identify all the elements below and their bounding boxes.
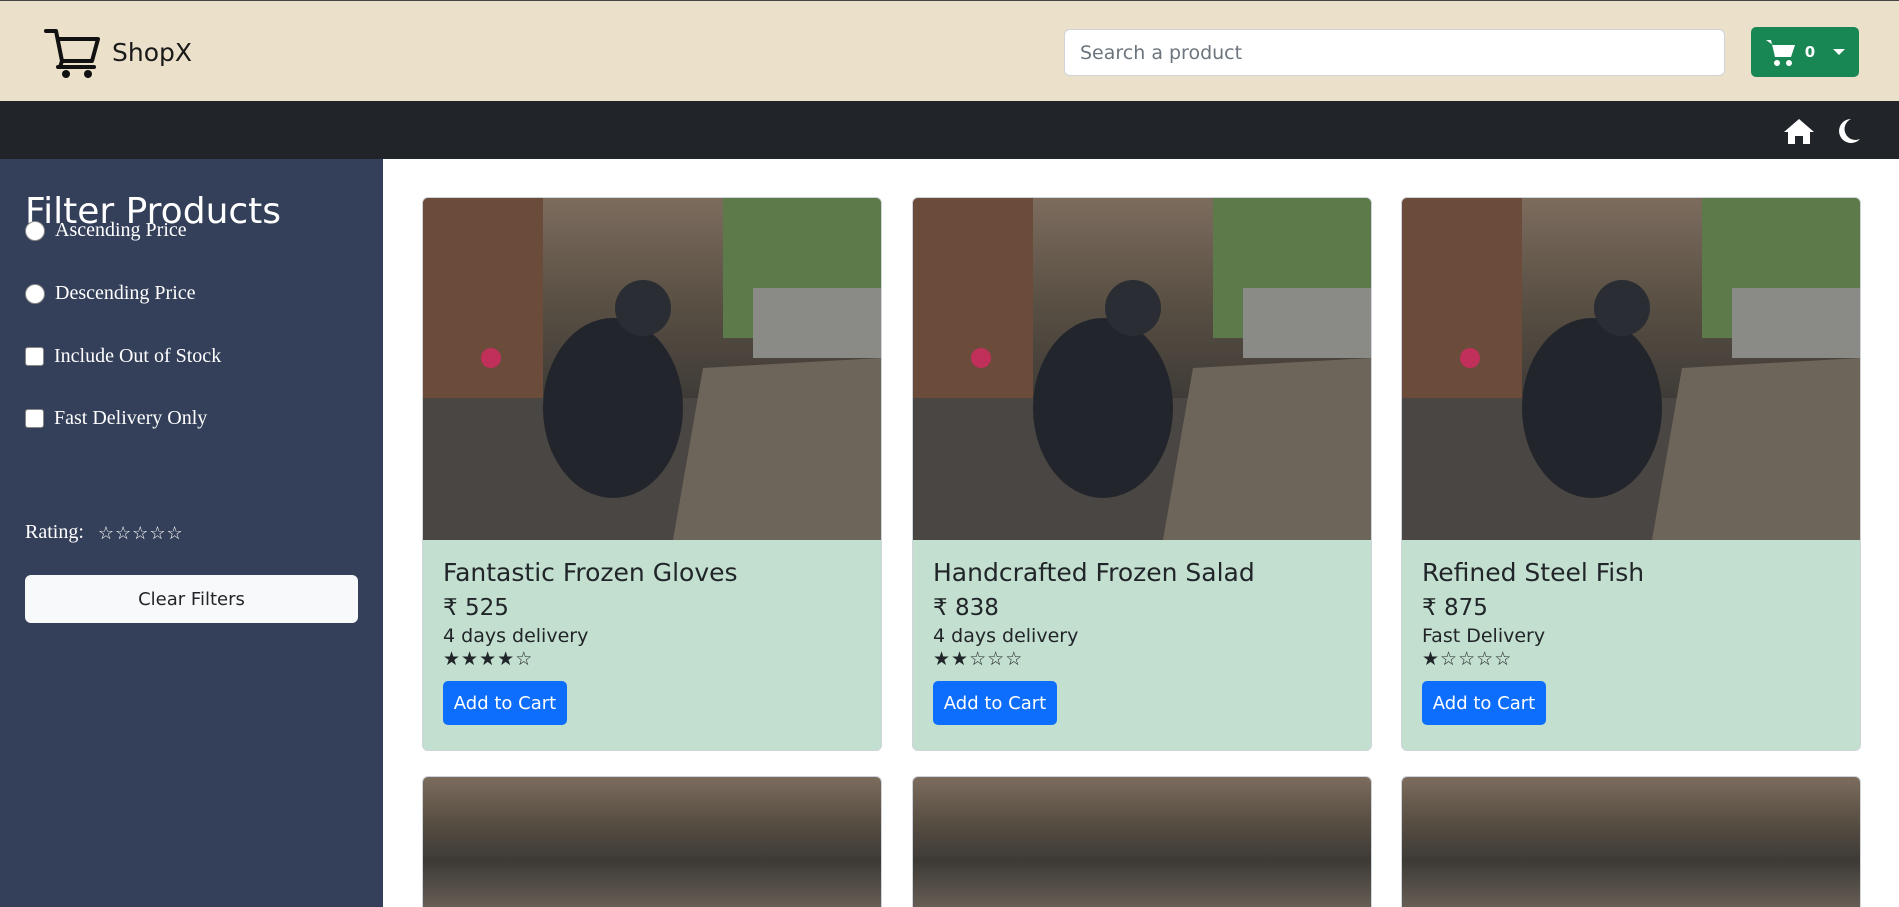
star-icon: ☆	[1494, 649, 1512, 670]
add-to-cart-button[interactable]: Add to Cart	[1422, 681, 1546, 725]
filter-label: Ascending Price	[55, 219, 187, 241]
star-icon: ★	[933, 649, 951, 670]
product-image	[423, 198, 881, 540]
product-name: Refined Steel Fish	[1422, 558, 1645, 587]
brand[interactable]: ShopX	[44, 25, 192, 79]
product-price: ₹ 525	[443, 595, 509, 621]
home-icon[interactable]	[1783, 117, 1815, 145]
clear-filters-button[interactable]: Clear Filters	[25, 575, 358, 623]
star-icon: ★	[497, 649, 515, 670]
product-delivery: 4 days delivery	[443, 625, 589, 647]
product-card	[912, 776, 1372, 907]
product-card: Fantastic Frozen Gloves ₹ 525 4 days deliv…	[422, 197, 882, 751]
filter-label: Fast Delivery Only	[54, 407, 208, 429]
filter-include-out-of-stock[interactable]: Include Out of Stock	[25, 345, 221, 368]
fast-delivery-checkbox[interactable]	[25, 409, 44, 428]
cart-dropdown-button[interactable]: 0	[1751, 27, 1859, 77]
product-card	[422, 776, 882, 907]
star-icon[interactable]: ☆	[166, 524, 182, 542]
add-to-cart-button[interactable]: Add to Cart	[933, 681, 1057, 725]
star-icon: ☆	[987, 649, 1005, 670]
brand-name: ShopX	[112, 37, 193, 67]
product-image	[1402, 777, 1860, 907]
product-card: Refined Steel Fish ₹ 875 Fast Delivery ★ ☆ ☆ ☆…	[1401, 197, 1861, 751]
star-icon: ★	[443, 649, 461, 670]
product-price: ₹ 838	[933, 595, 999, 621]
card-body: Refined Steel Fish ₹ 875 Fast Delivery ★ ☆ ☆ ☆…	[1402, 540, 1860, 750]
star-icon: ☆	[1440, 649, 1458, 670]
filter-descending-price[interactable]: Descending Price	[25, 282, 196, 305]
filter-fast-delivery[interactable]: Fast Delivery Only	[25, 407, 207, 430]
star-icon: ★	[461, 649, 479, 670]
search-input[interactable]	[1064, 29, 1725, 76]
product-rating: ★ ★ ★ ★ ☆	[443, 650, 861, 669]
product-rating: ★ ☆ ☆ ☆ ☆	[1422, 650, 1840, 669]
add-to-cart-button[interactable]: Add to Cart	[443, 681, 567, 725]
ascending-price-radio[interactable]	[25, 220, 45, 241]
filter-sidebar: Filter Products Ascending Price Descendi…	[0, 159, 383, 907]
product-delivery: Fast Delivery	[1422, 625, 1546, 647]
star-icon[interactable]: ☆	[149, 524, 165, 542]
product-price: ₹ 875	[1422, 595, 1488, 621]
product-name: Fantastic Frozen Gloves	[443, 558, 738, 587]
card-body: Fantastic Frozen Gloves ₹ 525 4 days deliv…	[423, 540, 881, 750]
moon-icon[interactable]	[1835, 117, 1861, 145]
card-body: Handcrafted Frozen Salad ₹ 838 4 days deli…	[913, 540, 1371, 750]
include-out-of-stock-checkbox[interactable]	[25, 347, 44, 366]
filter-label: Descending Price	[55, 282, 196, 304]
cart-count: 0	[1804, 43, 1816, 61]
star-icon: ☆	[1005, 649, 1023, 670]
caret-down-icon	[1833, 49, 1846, 55]
product-image	[423, 777, 881, 907]
descending-price-radio[interactable]	[25, 283, 45, 304]
star-icon: ☆	[969, 649, 987, 670]
star-icon[interactable]: ☆	[115, 524, 131, 542]
star-icon: ☆	[1458, 649, 1476, 670]
header: ShopX 0	[0, 0, 1899, 101]
rating-filter: Rating: ☆ ☆ ☆ ☆ ☆	[25, 521, 183, 544]
rating-label: Rating:	[25, 521, 84, 543]
rating-stars[interactable]: ☆ ☆ ☆ ☆ ☆	[98, 524, 183, 542]
star-icon: ☆	[1476, 649, 1494, 670]
product-rating: ★ ★ ☆ ☆ ☆	[933, 650, 1351, 669]
star-icon[interactable]: ☆	[132, 524, 148, 542]
filter-label: Include Out of Stock	[54, 345, 222, 367]
star-icon[interactable]: ☆	[98, 524, 114, 542]
star-icon: ★	[479, 649, 497, 670]
product-image	[913, 777, 1371, 907]
star-icon: ★	[1422, 649, 1440, 670]
product-image	[913, 198, 1371, 540]
cart-icon	[1765, 40, 1795, 66]
product-card	[1401, 776, 1861, 907]
filter-ascending-price[interactable]: Ascending Price	[25, 219, 187, 242]
product-delivery: 4 days delivery	[933, 625, 1079, 647]
navbar	[0, 101, 1899, 159]
cart-icon	[44, 29, 100, 78]
star-icon: ☆	[515, 649, 533, 670]
star-icon: ★	[951, 649, 969, 670]
product-card: Handcrafted Frozen Salad ₹ 838 4 days deli…	[912, 197, 1372, 751]
product-name: Handcrafted Frozen Salad	[933, 558, 1255, 587]
product-image	[1402, 198, 1860, 540]
